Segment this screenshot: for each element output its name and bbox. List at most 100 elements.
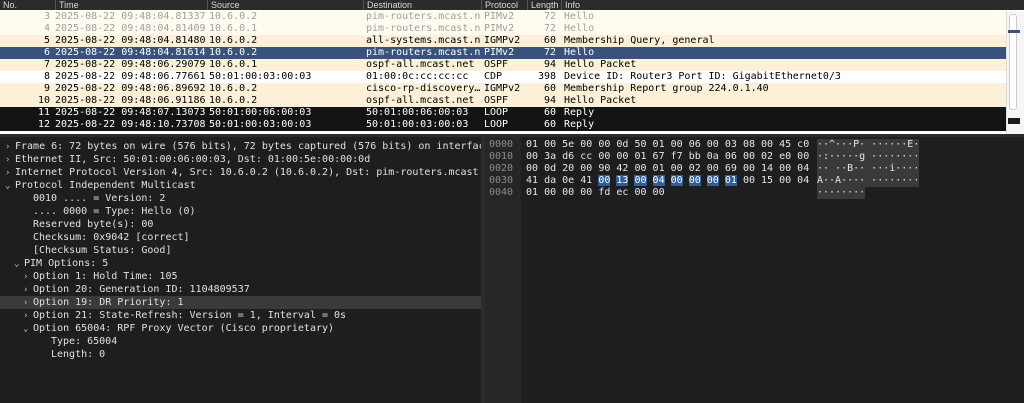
hex-byte[interactable]: cc [580, 151, 592, 162]
hex-byte[interactable]: fd [598, 187, 610, 198]
hex-byte[interactable]: 00 [761, 139, 773, 150]
hex-bytes[interactable]: 41 da 0e 41 00 13 00 04 00 00 00 01 00 1… [526, 175, 809, 187]
hex-byte[interactable]: 90 [598, 163, 610, 174]
hex-byte[interactable]: c0 [797, 139, 809, 150]
hex-byte[interactable]: 0d [544, 163, 556, 174]
hex-byte[interactable]: 69 [725, 163, 737, 174]
detail-tree-item[interactable]: 0010 .... = Version: 2 [0, 192, 481, 205]
hex-byte[interactable]: 20 [562, 163, 574, 174]
detail-tree-item[interactable]: › Option 19: DR Priority: 1 [0, 296, 481, 309]
detail-tree-item[interactable]: › Option 20: Generation ID: 1104809537 [0, 283, 481, 296]
hex-byte[interactable]: 00 [598, 139, 610, 150]
detail-tree-item[interactable]: › Option 1: Hold Time: 105 [0, 270, 481, 283]
detail-tree-item[interactable]: › Ethernet II, Src: 50:01:00:06:00:03, Ds… [0, 153, 481, 166]
packet-row[interactable]: 10 2025-08-22 09:48:06.911868 10.6.0.2 ospf… [0, 95, 1006, 107]
hex-byte[interactable]: 00 [616, 151, 628, 162]
packet-row[interactable]: 7 2025-08-22 09:48:06.290790 10.6.0.1 ospf-… [0, 59, 1006, 71]
hex-byte[interactable]: 04 [652, 175, 665, 186]
hex-byte[interactable]: 00 [743, 175, 755, 186]
ascii-bytes[interactable]: ··^···P· ······E· [817, 139, 920, 151]
column-header-destination[interactable]: Destination [363, 0, 481, 10]
hex-byte[interactable]: 02 [689, 163, 701, 174]
hex-byte[interactable]: 04 [797, 175, 809, 186]
detail-tree-item[interactable]: [Checksum Status: Good] [0, 244, 481, 257]
hex-byte[interactable]: 00 [598, 175, 611, 186]
hex-byte[interactable]: 03 [725, 139, 737, 150]
hex-byte[interactable]: 00 [743, 163, 755, 174]
hex-byte[interactable]: 00 [544, 187, 556, 198]
hex-byte[interactable]: 00 [598, 151, 610, 162]
hex-byte[interactable]: 0a [707, 151, 719, 162]
detail-tree-item[interactable]: .... 0000 = Type: Hello (0) [0, 205, 481, 218]
hex-byte[interactable]: 02 [761, 151, 773, 162]
scrollbar-thumb[interactable] [1009, 14, 1017, 110]
hex-byte[interactable]: 67 [653, 151, 665, 162]
hex-byte[interactable]: 00 [653, 187, 665, 198]
column-header-protocol[interactable]: Protocol [481, 0, 527, 10]
hex-byte[interactable]: 00 [634, 163, 646, 174]
hex-byte[interactable]: 01 [526, 139, 538, 150]
column-header-info[interactable]: Info [561, 0, 1024, 10]
hex-byte[interactable]: 00 [544, 139, 556, 150]
hex-byte[interactable]: ec [616, 187, 628, 198]
hex-byte[interactable]: 00 [706, 175, 719, 186]
hex-byte[interactable]: 00 [526, 163, 538, 174]
ascii-bytes[interactable]: ·· ··B·· ···i···· [817, 163, 920, 175]
ascii-bytes[interactable]: A··A···· ········ [817, 175, 920, 187]
hex-byte[interactable]: f7 [671, 151, 683, 162]
chevron-down-icon[interactable]: ⌄ [5, 180, 15, 192]
hex-byte[interactable]: 01 [653, 163, 665, 174]
hex-byte[interactable]: 00 [526, 151, 538, 162]
hex-byte[interactable]: 00 [779, 175, 791, 186]
hex-byte[interactable]: 00 [670, 175, 683, 186]
hex-byte[interactable]: 15 [761, 175, 773, 186]
chevron-right-icon[interactable]: › [23, 284, 33, 296]
chevron-right-icon[interactable]: › [5, 154, 15, 166]
chevron-down-icon[interactable]: ⌄ [23, 323, 33, 335]
hex-byte[interactable]: 01 [526, 187, 538, 198]
detail-tree-item[interactable]: Type: 65004 [0, 335, 481, 348]
hex-byte[interactable]: 00 [634, 175, 647, 186]
hex-byte[interactable]: 01 [634, 151, 646, 162]
hex-byte[interactable]: 00 [562, 187, 574, 198]
hex-byte[interactable]: 06 [725, 151, 737, 162]
hex-byte[interactable]: d6 [562, 151, 574, 162]
hex-byte[interactable]: da [544, 175, 556, 186]
hex-byte[interactable]: 08 [743, 139, 755, 150]
chevron-right-icon[interactable]: › [5, 167, 15, 179]
hex-byte[interactable]: 00 [743, 151, 755, 162]
hex-byte[interactable]: 5e [562, 139, 574, 150]
column-header-no[interactable]: No. [0, 0, 55, 10]
packet-row[interactable]: 9 2025-08-22 09:48:06.896922 10.6.0.2 cisco… [0, 83, 1006, 95]
packet-row[interactable]: 11 2025-08-22 09:48:07.130735 50:01:00:06:… [0, 107, 1006, 119]
hex-bytes[interactable]: 01 00 00 00 fd ec 00 00 [526, 187, 665, 199]
hex-byte[interactable]: 14 [761, 163, 773, 174]
hex-bytes[interactable]: 01 00 5e 00 00 0d 50 01 00 06 00 03 08 0… [526, 139, 809, 151]
hex-byte[interactable]: 13 [616, 175, 629, 186]
hex-byte[interactable]: 04 [797, 163, 809, 174]
detail-tree-item[interactable]: ⌄ PIM Options: 5 [0, 257, 481, 270]
hex-byte[interactable]: 00 [580, 187, 592, 198]
detail-tree-item[interactable]: › Internet Protocol Version 4, Src: 10.6.… [0, 166, 481, 179]
hex-byte[interactable]: 00 [580, 139, 592, 150]
hex-byte[interactable]: 0d [616, 139, 628, 150]
chevron-right-icon[interactable]: › [5, 141, 15, 153]
ascii-bytes[interactable]: ·:·····g ········ [817, 151, 920, 163]
detail-tree-item[interactable]: › Frame 6: 72 bytes on wire (576 bits), 7… [0, 140, 481, 153]
hex-byte[interactable]: 42 [616, 163, 628, 174]
hex-byte[interactable]: 00 [671, 139, 683, 150]
hex-byte[interactable]: 00 [671, 163, 683, 174]
hex-byte[interactable]: bb [689, 151, 701, 162]
detail-tree-item[interactable]: Length: 0 [0, 348, 481, 361]
hex-byte[interactable]: 00 [634, 187, 646, 198]
hex-byte[interactable]: 06 [689, 139, 701, 150]
column-header-source[interactable]: Source [207, 0, 363, 10]
chevron-down-icon[interactable]: ⌄ [14, 258, 24, 270]
hex-byte[interactable]: e0 [779, 151, 791, 162]
hex-byte[interactable]: 50 [634, 139, 646, 150]
packet-row[interactable]: 5 2025-08-22 09:48:04.814802 10.6.0.2 all-s… [0, 35, 1006, 47]
detail-tree-item[interactable]: Reserved byte(s): 00 [0, 218, 481, 231]
packet-row[interactable]: 6 2025-08-22 09:48:04.816146 10.6.0.2 pim-r… [0, 47, 1006, 59]
chevron-right-icon[interactable]: › [23, 297, 33, 309]
hex-byte[interactable]: 01 [724, 175, 737, 186]
